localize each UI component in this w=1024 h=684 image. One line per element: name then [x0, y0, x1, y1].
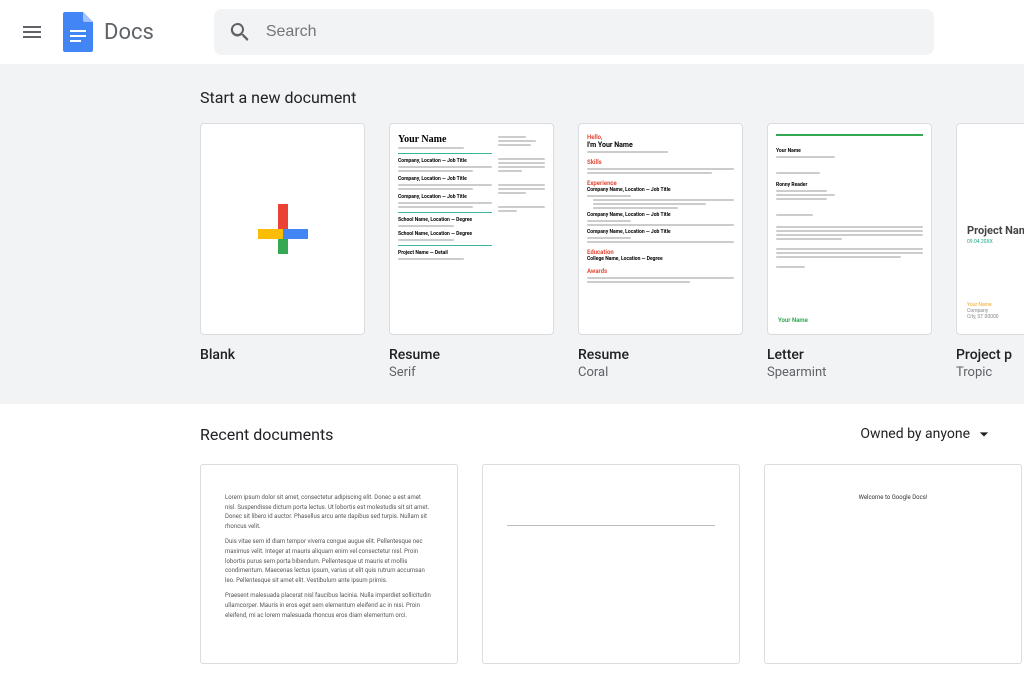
document-thumbnail: Lorem ipsum dolor sit amet, consectetur … — [200, 464, 458, 664]
recent-section-title: Recent documents — [200, 425, 860, 444]
recent-document[interactable] — [482, 464, 740, 664]
template-row: Blank Your Name Company, Location — Job … — [200, 123, 1024, 380]
recent-document[interactable]: Welcome to Google Docs! — [764, 464, 1022, 664]
template-title: Blank — [200, 347, 365, 363]
template-letter-spearmint[interactable]: Your Name Ronny Reader — [767, 123, 932, 380]
template-project-proposal-tropic[interactable]: Project Name 09.04.20XX Your NameCompany… — [956, 123, 1024, 380]
template-section-title: Start a new document — [200, 88, 1024, 107]
search-icon — [228, 20, 252, 44]
ownership-filter-label: Owned by anyone — [860, 426, 970, 442]
template-resume-serif[interactable]: Your Name Company, Location — Job Title … — [389, 123, 554, 380]
search-input[interactable] — [260, 23, 928, 41]
template-title: Resume — [578, 347, 743, 363]
template-title: Resume — [389, 347, 554, 363]
recent-document[interactable]: Lorem ipsum dolor sit amet, consectetur … — [200, 464, 458, 664]
recent-header: Recent documents Owned by anyone — [200, 424, 994, 444]
template-resume-coral-thumb: Hello, I'm Your Name Skills Experience C… — [578, 123, 743, 335]
search-button[interactable] — [220, 12, 260, 52]
template-resume-serif-thumb: Your Name Company, Location — Job Title … — [389, 123, 554, 335]
search-bar[interactable] — [214, 9, 934, 55]
main-menu-button[interactable] — [8, 8, 56, 56]
app-name: Docs — [104, 20, 154, 45]
template-title: Project p — [956, 347, 1024, 363]
app-logo[interactable]: Docs — [60, 14, 154, 50]
app-header: Docs — [0, 0, 1024, 64]
dropdown-arrow-icon — [974, 424, 994, 444]
plus-icon — [258, 204, 308, 254]
template-blank[interactable]: Blank — [200, 123, 365, 380]
template-subtitle: Coral — [578, 365, 743, 380]
docs-logo-icon — [60, 14, 96, 50]
recent-documents-row: Lorem ipsum dolor sit amet, consectetur … — [200, 464, 1024, 664]
document-thumbnail — [482, 464, 740, 664]
template-blank-thumb — [200, 123, 365, 335]
recent-documents-section: Recent documents Owned by anyone Lorem i… — [0, 404, 1024, 684]
ownership-filter-dropdown[interactable]: Owned by anyone — [860, 424, 994, 444]
template-letter-spearmint-thumb: Your Name Ronny Reader — [767, 123, 932, 335]
template-gallery-section: Start a new document Blank — [0, 64, 1024, 404]
template-resume-coral[interactable]: Hello, I'm Your Name Skills Experience C… — [578, 123, 743, 380]
template-subtitle: Serif — [389, 365, 554, 380]
template-subtitle: Spearmint — [767, 365, 932, 380]
template-title: Letter — [767, 347, 932, 363]
document-thumbnail: Welcome to Google Docs! — [764, 464, 1022, 664]
hamburger-icon — [20, 20, 44, 44]
template-project-tropic-thumb: Project Name 09.04.20XX Your NameCompany… — [956, 123, 1024, 335]
search-container — [214, 9, 934, 55]
template-subtitle: Tropic — [956, 365, 1024, 380]
